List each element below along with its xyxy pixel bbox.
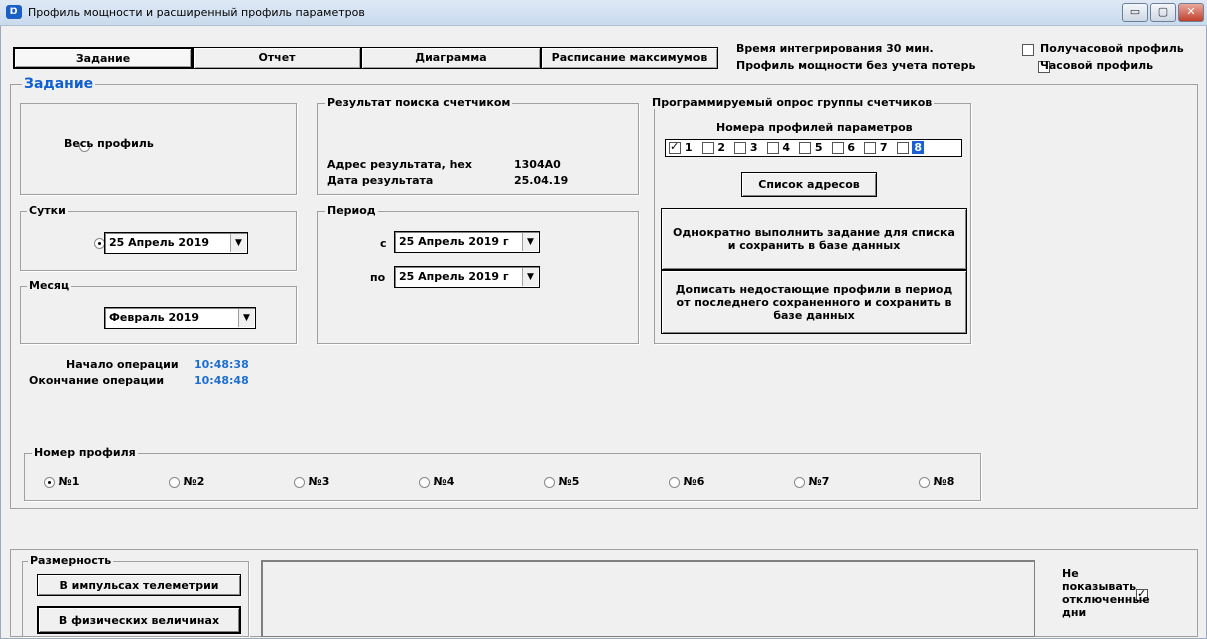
chevron-down-icon[interactable]: ▼ <box>238 309 254 327</box>
period-to-label: по <box>370 271 386 284</box>
physical-values-button[interactable]: В физических величинах <box>37 606 241 634</box>
profile-option-radio[interactable] <box>419 476 430 488</box>
dimension-group-label: Размерность <box>28 554 114 567</box>
whole-profile-label: Весь профиль <box>64 137 154 150</box>
half-hour-profile-label: Получасовой профиль <box>1040 42 1184 55</box>
profile-option-radio[interactable] <box>544 476 555 488</box>
profile-number-options: №1 №2 №3 №4 №5 №6 №7 №8 <box>44 475 984 491</box>
profile-number-checkbox[interactable] <box>734 142 746 154</box>
close-button[interactable]: ✕ <box>1178 3 1204 22</box>
day-group-label: Сутки <box>27 204 68 217</box>
address-list-button[interactable]: Список адресов <box>741 172 877 197</box>
profile-number-checkbox[interactable] <box>799 142 811 154</box>
profile-numbers-label: Номера профилей параметров <box>716 121 913 134</box>
period-from-value: 25 Апрель 2019 г <box>399 235 509 248</box>
profile-option-radio[interactable] <box>669 476 680 488</box>
profile-option-4[interactable]: №4 <box>419 475 454 488</box>
telemetry-pulses-button[interactable]: В импульсах телеметрии <box>37 574 241 596</box>
maximize-button[interactable]: ▢ <box>1150 3 1176 22</box>
period-from-label: с <box>380 237 387 250</box>
profile-number-checkbox[interactable] <box>864 142 876 154</box>
profile-number-item[interactable]: 2 <box>701 141 725 154</box>
day-radio[interactable] <box>93 237 105 249</box>
profile-number-group-label: Номер профиля <box>32 446 138 459</box>
operation-start-time: 10:48:38 <box>194 358 249 371</box>
profile-numbers-list: 1 2 3 4 5 6 7 8 <box>669 140 933 154</box>
profile-number-item[interactable]: 3 <box>734 141 758 154</box>
append-missing-button[interactable]: Дописать недостающие профили в период от… <box>661 270 967 334</box>
day-select[interactable]: 25 Апрель 2019 ▼ <box>104 232 248 254</box>
period-to-select[interactable]: 25 Апрель 2019 г ▼ <box>394 266 540 288</box>
profile-option-8[interactable]: №8 <box>919 475 954 488</box>
tab-max-schedule[interactable]: Расписание максимумов <box>541 47 718 69</box>
profile-number-item[interactable]: 4 <box>766 141 790 154</box>
chevron-down-icon[interactable]: ▼ <box>230 234 246 252</box>
result-date-value: 25.04.19 <box>514 174 569 187</box>
profile-option-1[interactable]: №1 <box>44 475 79 488</box>
hide-disabled-days-label: Не показывать отключенные дни <box>1062 567 1150 619</box>
tab-diagram[interactable]: Диаграмма <box>361 47 541 69</box>
profile-number-item[interactable]: 1 <box>669 140 693 154</box>
month-group-label: Месяц <box>27 279 72 292</box>
profile-number-item[interactable]: 6 <box>831 141 855 154</box>
profile-number-checkbox[interactable] <box>831 142 844 154</box>
profile-option-radio[interactable] <box>919 476 930 488</box>
operation-start-label: Начало операции <box>66 358 179 371</box>
app-logo-icon: Ɒ <box>6 5 22 19</box>
period-from-select[interactable]: 25 Апрель 2019 г ▼ <box>394 231 540 253</box>
tab-report[interactable]: Отчет <box>193 47 361 69</box>
profile-number-item[interactable]: 5 <box>799 141 823 154</box>
profile-number-checkbox[interactable] <box>669 140 681 154</box>
profile-option-6[interactable]: №6 <box>669 475 704 488</box>
profile-option-3[interactable]: №3 <box>294 475 329 488</box>
profile-note-text: Профиль мощности без учета потерь <box>736 59 976 72</box>
profile-number-item[interactable]: 8 <box>896 141 924 154</box>
profile-number-checkbox[interactable] <box>701 142 714 154</box>
profile-option-5[interactable]: №5 <box>544 475 579 488</box>
result-date-label: Дата результата <box>327 174 434 187</box>
half-hour-profile-checkbox[interactable] <box>1022 44 1034 56</box>
group-poll-label: Программируемый опрос группы счетчиков <box>650 96 935 109</box>
profile-option-radio[interactable] <box>794 476 805 488</box>
period-group-label: Период <box>325 204 378 217</box>
tab-task[interactable]: Задание <box>13 47 193 69</box>
profile-number-item[interactable]: 7 <box>864 141 888 154</box>
operation-end-label: Окончание операции <box>29 374 165 387</box>
profile-option-radio[interactable] <box>169 476 180 488</box>
chevron-down-icon[interactable]: ▼ <box>522 233 538 251</box>
window-title: Профиль мощности и расширенный профиль п… <box>28 6 365 19</box>
task-group-label: Задание <box>22 76 96 92</box>
minimize-button[interactable]: ▭ <box>1122 3 1148 22</box>
profile-option-radio[interactable] <box>294 476 305 488</box>
profile-number-checkbox[interactable] <box>896 142 909 154</box>
result-address-label: Адрес результата, hex <box>327 158 472 171</box>
month-select[interactable]: Февраль 2019 ▼ <box>104 307 256 329</box>
profile-number-checkbox[interactable] <box>766 142 779 154</box>
hourly-profile-label: Часовой профиль <box>1040 59 1154 72</box>
output-text-area[interactable] <box>261 560 1035 637</box>
month-select-value: Февраль 2019 <box>109 311 200 324</box>
integration-time-text: Время интегрирования 30 мин. <box>736 42 934 55</box>
chevron-down-icon[interactable]: ▼ <box>522 268 538 286</box>
day-select-value: 25 Апрель 2019 <box>109 236 210 249</box>
operation-end-time: 10:48:48 <box>194 374 249 387</box>
profile-option-2[interactable]: №2 <box>169 475 204 488</box>
whole-profile-group <box>20 103 297 195</box>
period-to-value: 25 Апрель 2019 г <box>399 270 509 283</box>
run-once-button[interactable]: Однократно выполнить задание для списка … <box>661 208 967 270</box>
profile-option-radio[interactable] <box>44 476 55 488</box>
profile-option-7[interactable]: №7 <box>794 475 829 488</box>
result-address-value: 1304A0 <box>514 158 561 171</box>
search-result-label: Результат поиска счетчиком <box>325 96 513 109</box>
